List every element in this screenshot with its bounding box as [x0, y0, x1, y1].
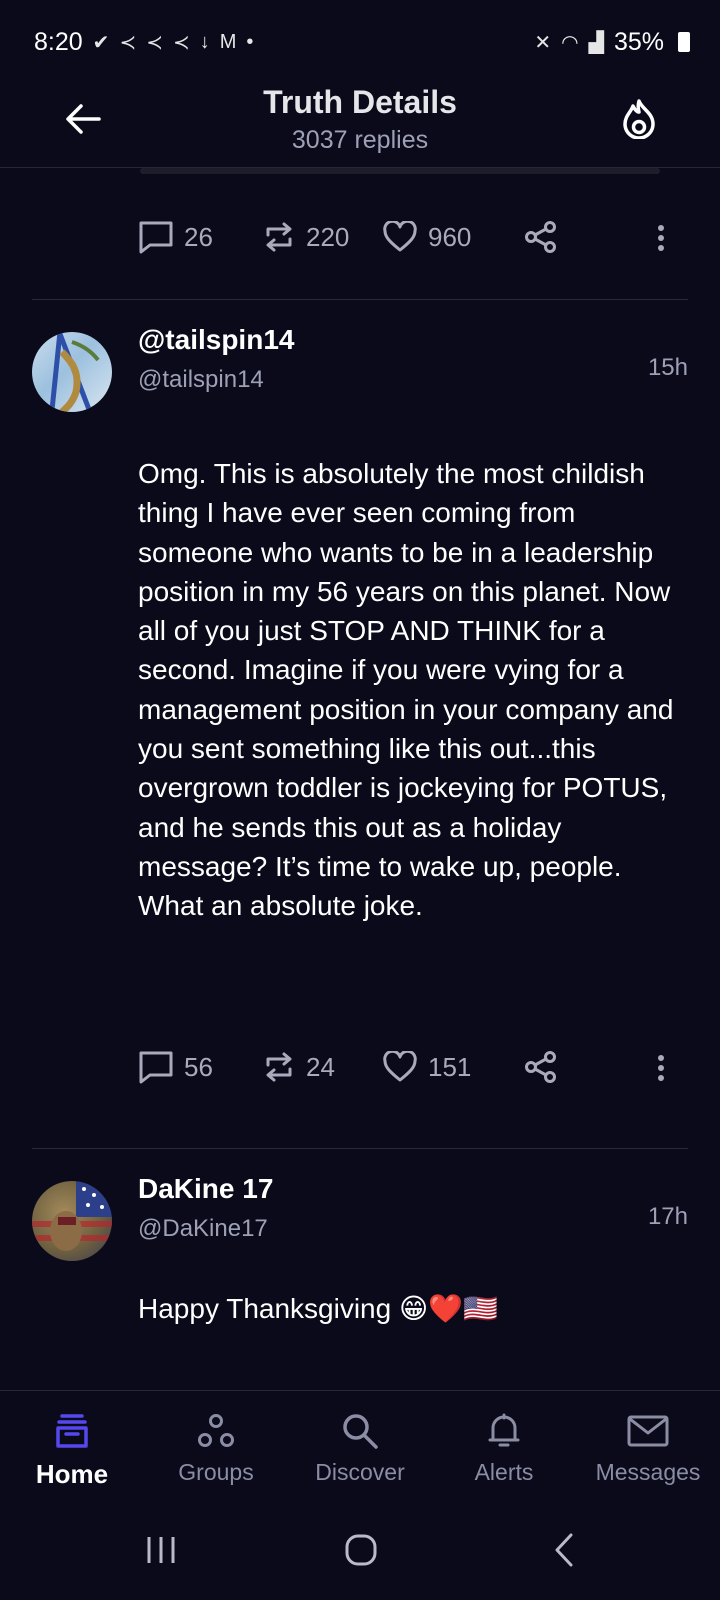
avatar[interactable] — [32, 1181, 112, 1261]
signal-icon: ▟ — [588, 31, 604, 54]
share-icon — [525, 1051, 556, 1083]
post-text: Omg. This is absolutely the most childis… — [138, 458, 674, 922]
nav-label-discover: Discover — [315, 1459, 405, 1485]
mail-icon — [627, 1415, 669, 1447]
reply-count: 56 — [184, 1051, 213, 1082]
system-back-button[interactable] — [534, 1528, 594, 1572]
repost-icon — [266, 1052, 292, 1082]
share-icon — [525, 221, 556, 253]
post-text: Happy Thanksgiving 😁❤️🇺🇸 — [138, 1293, 498, 1324]
avatar-image — [49, 332, 100, 412]
avatar-image — [32, 1181, 112, 1251]
app-header: Truth Details 3037 replies — [0, 84, 720, 168]
retruth-button[interactable]: 220 — [262, 221, 349, 253]
nav-label-alerts: Alerts — [474, 1459, 534, 1485]
share-button[interactable] — [524, 1050, 558, 1084]
post-card[interactable]: @tailspin14 @tailspin14 15h Omg. This is… — [0, 300, 720, 1150]
avatar[interactable] — [32, 332, 112, 412]
reply-count: 26 — [184, 221, 213, 252]
wifi-icon: ◠ — [561, 31, 579, 54]
more-vertical-icon — [658, 225, 664, 251]
download-icon: ↓ — [199, 30, 210, 53]
share-button[interactable] — [524, 220, 558, 254]
bird-icon: ≺ — [146, 31, 163, 54]
comment-icon — [139, 221, 173, 254]
bird-icon: ≺ — [119, 31, 137, 54]
author-handle[interactable]: @DaKine17 — [138, 1215, 268, 1243]
search-icon — [343, 1414, 378, 1449]
clock: 8:20 — [34, 27, 83, 56]
scroll-edge — [140, 168, 660, 174]
bird-icon: ≺ — [172, 31, 190, 54]
nav-label-groups: Groups — [178, 1459, 254, 1485]
recent-apps-button[interactable] — [131, 1528, 191, 1572]
retruth-button[interactable]: 24 — [262, 1051, 335, 1083]
reply-button[interactable]: 56 — [138, 1050, 213, 1084]
post-actions: 26 220 960 — [138, 212, 678, 262]
like-count: 151 — [428, 1051, 472, 1082]
home-circle-icon — [345, 1534, 377, 1566]
comment-icon — [139, 1051, 173, 1084]
post-card[interactable]: DaKine 17 @DaKine17 17h Happy Thanksgivi… — [0, 1149, 720, 1389]
reply-button[interactable]: 26 — [138, 220, 213, 254]
home-button[interactable] — [331, 1528, 391, 1572]
more-options-button[interactable] — [646, 1048, 676, 1088]
gmail-icon: M — [219, 30, 237, 53]
repost-icon — [266, 222, 292, 252]
dot-icon: • — [246, 30, 254, 53]
status-bar: 8:20 ✔ ≺ ≺ ≺ ↓ M • ✕ ◠ ▟ 35% — [0, 0, 720, 84]
nav-label-messages: Messages — [595, 1459, 701, 1485]
mute-icon: ✕ — [534, 31, 552, 54]
author-handle[interactable]: @tailspin14 — [138, 366, 264, 394]
retruth-count: 220 — [306, 221, 350, 252]
heart-icon — [383, 1051, 417, 1082]
battery-icon — [678, 32, 690, 52]
post-actions: 56 24 151 — [138, 1042, 678, 1092]
bottom-nav: Home Groups Discover Alerts Messages — [0, 1390, 720, 1500]
more-options-button[interactable] — [646, 218, 676, 258]
replies-count: 3037 replies — [291, 126, 429, 154]
nav-home[interactable]: Home — [0, 1391, 144, 1501]
nav-discover[interactable]: Discover — [288, 1391, 432, 1501]
nav-groups[interactable]: Groups — [144, 1391, 288, 1501]
system-nav-bar — [0, 1500, 720, 1600]
retruth-count: 24 — [306, 1051, 335, 1082]
like-button[interactable]: 151 — [382, 1051, 471, 1083]
like-button[interactable]: 960 — [382, 221, 471, 253]
author-name[interactable]: @tailspin14 — [138, 324, 294, 356]
post-time: 17h — [647, 1203, 688, 1230]
groups-icon — [198, 1414, 234, 1447]
trending-button[interactable] — [614, 94, 664, 144]
bell-icon — [488, 1413, 520, 1447]
chevron-left-icon — [555, 1533, 573, 1567]
heart-icon — [383, 221, 417, 252]
nav-label-home: Home — [35, 1459, 109, 1489]
recent-apps-icon — [147, 1537, 175, 1563]
check-badge-icon: ✔ — [92, 31, 110, 54]
nav-messages[interactable]: Messages — [576, 1391, 720, 1501]
more-vertical-icon — [658, 1055, 664, 1081]
like-count: 960 — [428, 221, 472, 252]
nav-alerts[interactable]: Alerts — [432, 1391, 576, 1501]
author-name[interactable]: DaKine 17 — [138, 1173, 273, 1205]
page-title: Truth Details — [263, 84, 457, 120]
post-time: 15h — [647, 354, 688, 381]
battery-level: 35% — [613, 27, 664, 56]
flame-icon — [623, 99, 655, 139]
home-inbox-icon — [56, 1414, 88, 1448]
